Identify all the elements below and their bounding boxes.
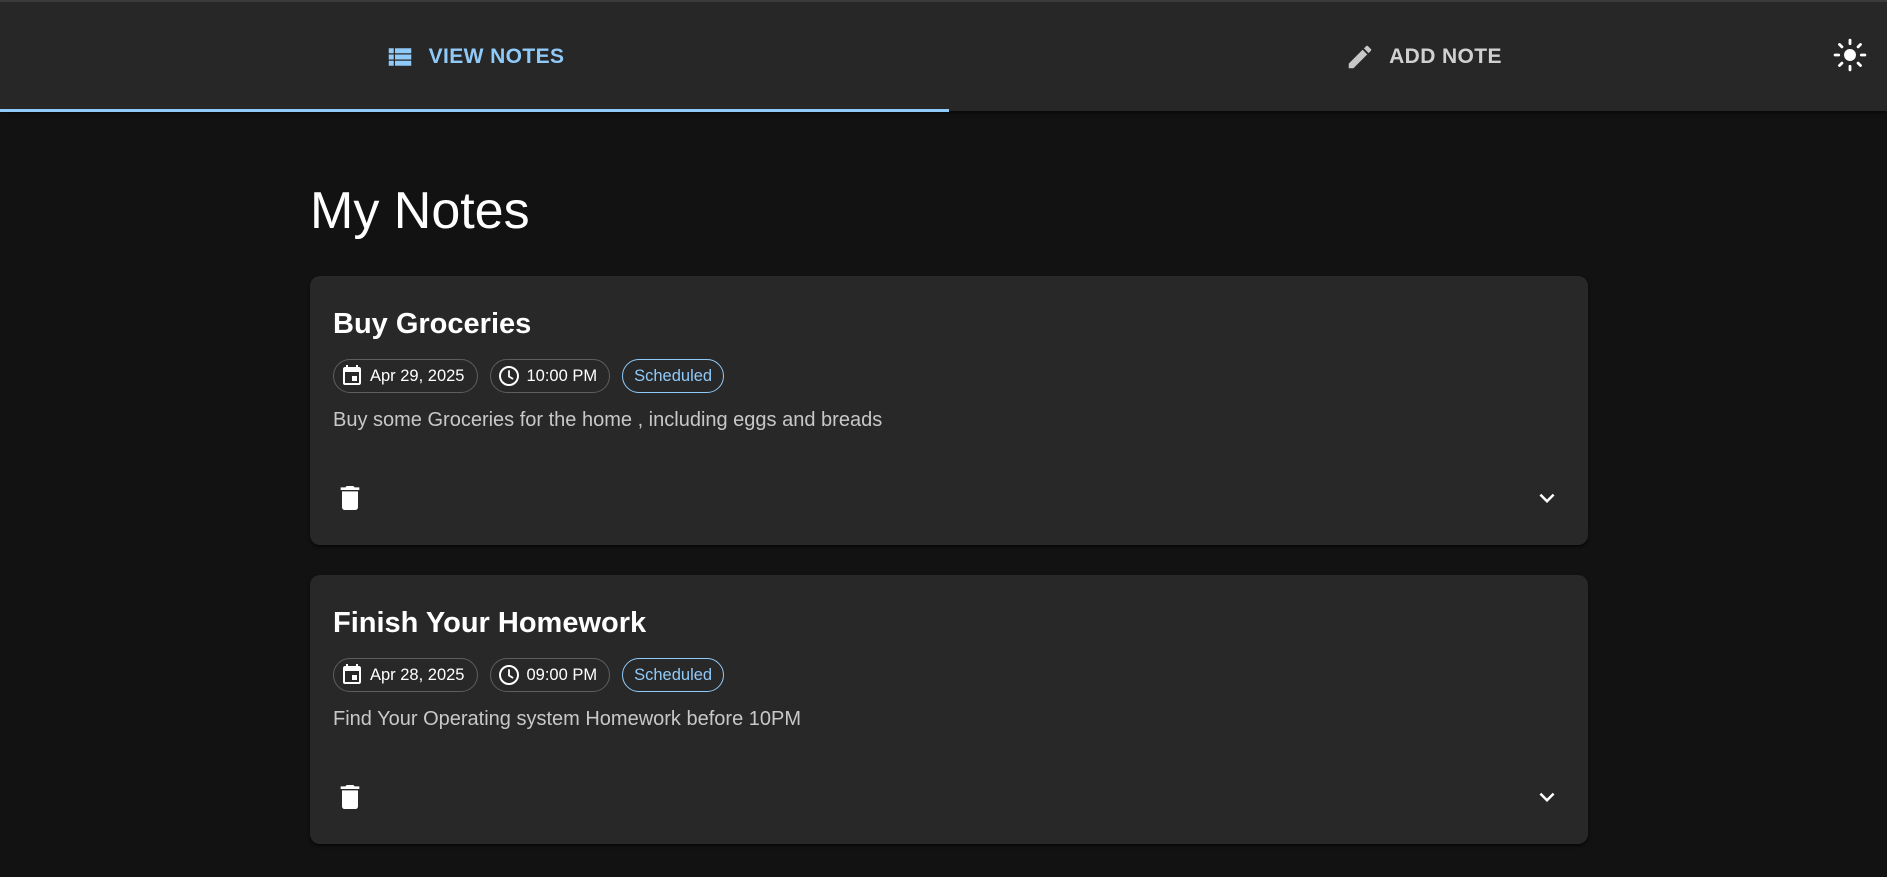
note-meta-chips: Apr 29, 2025 10:00 PM Scheduled	[333, 359, 725, 393]
page-title: My Notes	[310, 182, 530, 240]
note-date: Apr 28, 2025	[370, 665, 465, 684]
note-card: Buy Groceries Apr 29, 2025 10:00 PM Sche…	[310, 276, 1588, 545]
sun-icon	[1833, 38, 1867, 77]
note-status: Scheduled	[634, 366, 713, 385]
pencil-icon	[1345, 42, 1375, 72]
trash-icon	[334, 780, 366, 819]
note-date: Apr 29, 2025	[370, 366, 465, 385]
calendar-icon	[340, 364, 364, 388]
note-title: Buy Groceries	[333, 308, 532, 340]
tab-add-note[interactable]: ADD NOTE	[949, 2, 1887, 111]
note-meta-chips: Apr 28, 2025 09:00 PM Scheduled	[333, 658, 725, 692]
expand-note-button[interactable]	[1532, 485, 1562, 515]
tab-view-notes[interactable]: VIEW NOTES	[0, 2, 949, 111]
tab-indicator	[0, 109, 949, 112]
theme-toggle-button[interactable]	[1833, 38, 1867, 77]
status-badge: Scheduled	[622, 658, 725, 692]
time-chip: 10:00 PM	[489, 359, 611, 393]
note-status: Scheduled	[634, 665, 713, 684]
calendar-icon	[340, 663, 364, 687]
chevron-down-icon	[1532, 483, 1562, 518]
note-description: Find Your Operating system Homework befo…	[333, 708, 801, 730]
time-chip: 09:00 PM	[489, 658, 611, 692]
expand-note-button[interactable]	[1532, 784, 1562, 814]
clock-icon	[497, 364, 521, 388]
delete-note-button[interactable]	[334, 782, 366, 816]
note-title: Finish Your Homework	[333, 607, 647, 639]
app-bar: VIEW NOTES ADD NOTE	[0, 0, 1887, 112]
list-icon	[385, 42, 415, 72]
status-badge: Scheduled	[622, 359, 725, 393]
date-chip: Apr 28, 2025	[333, 658, 478, 692]
clock-icon	[497, 663, 521, 687]
tab-view-notes-label: VIEW NOTES	[428, 44, 565, 68]
trash-icon	[334, 481, 366, 520]
delete-note-button[interactable]	[334, 483, 366, 517]
note-time: 10:00 PM	[526, 366, 598, 385]
tab-add-note-label: ADD NOTE	[1389, 44, 1502, 68]
chevron-down-icon	[1532, 782, 1562, 817]
date-chip: Apr 29, 2025	[333, 359, 478, 393]
note-time: 09:00 PM	[526, 665, 598, 684]
note-description: Buy some Groceries for the home , includ…	[333, 409, 883, 431]
note-card: Finish Your Homework Apr 28, 2025 09:00 …	[310, 575, 1588, 844]
